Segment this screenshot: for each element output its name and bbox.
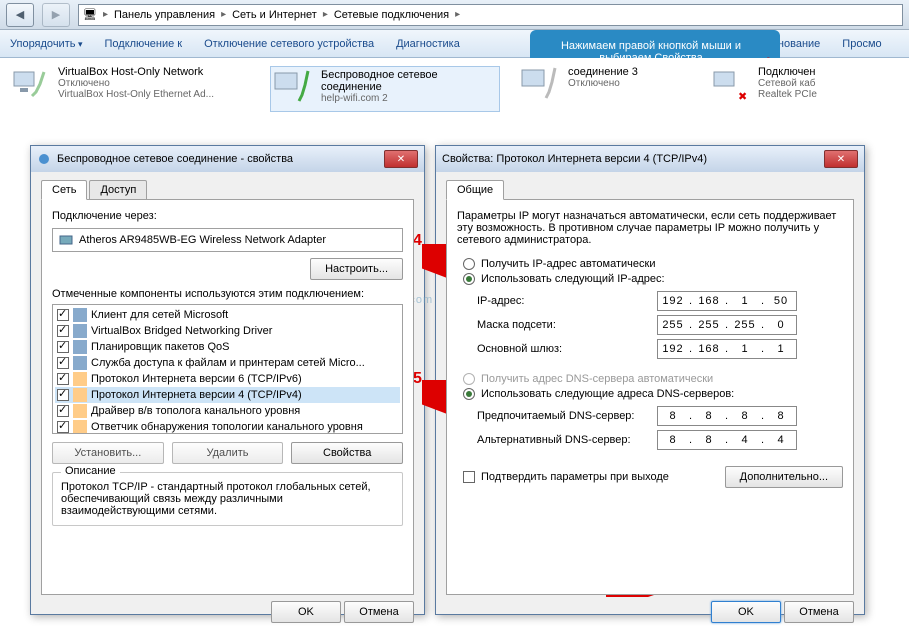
net-item-ethernet[interactable]: ✖ Подключен Сетевой каб Realtek PCIe — [710, 66, 840, 106]
connect-via-label: Подключение через: — [52, 210, 403, 222]
ok-button[interactable]: OK — [711, 601, 781, 623]
validate-checkbox-row[interactable]: Подтвердить параметры при выходе Дополни… — [463, 466, 843, 488]
dns1-field[interactable]: 8.8.8.8 — [657, 406, 797, 426]
control-panel-icon: 🖥 — [83, 8, 97, 21]
nav-back-button[interactable]: ◀ — [6, 3, 34, 27]
components-list[interactable]: Клиент для сетей Microsoft VirtualBox Br… — [52, 304, 403, 434]
radio-dns-manual[interactable]: Использовать следующие адреса DNS-сервер… — [463, 388, 843, 400]
ipv4-properties-dialog: Свойства: Протокол Интернета версии 4 (T… — [435, 145, 865, 615]
dns2-field[interactable]: 8.8.4.4 — [657, 430, 797, 450]
gateway-field[interactable]: 192.168.1.1 — [657, 339, 797, 359]
tab-access[interactable]: Доступ — [89, 180, 147, 200]
checkbox[interactable] — [57, 325, 69, 337]
description-title: Описание — [61, 465, 120, 477]
checkbox[interactable] — [57, 405, 69, 417]
ip-label: IP-адрес: — [477, 295, 657, 307]
list-item: Планировщик пакетов QoS — [55, 339, 400, 355]
checkbox[interactable] — [463, 471, 475, 483]
tb-connect[interactable]: Подключение к — [105, 38, 183, 50]
checkbox[interactable] — [57, 341, 69, 353]
tb-organize[interactable]: Упорядочить — [10, 38, 83, 50]
svg-text:✖: ✖ — [738, 91, 747, 103]
remove-button[interactable]: Удалить — [172, 442, 284, 464]
list-item: Клиент для сетей Microsoft — [55, 307, 400, 323]
cancel-button[interactable]: Отмена — [784, 601, 854, 623]
install-button[interactable]: Установить... — [52, 442, 164, 464]
radio-dns-auto: Получить адрес DNS-сервера автоматически — [463, 373, 843, 385]
dialog-titlebar[interactable]: Беспроводное сетевое соединение - свойст… — [31, 146, 424, 172]
wifi-icon — [273, 69, 313, 109]
tb-diagnose[interactable]: Диагностика — [396, 38, 460, 50]
tab-general[interactable]: Общие — [446, 180, 504, 200]
dialog-title: Беспроводное сетевое соединение - свойст… — [57, 153, 293, 165]
net-item-virtualbox[interactable]: VirtualBox Host-Only Network Отключено V… — [10, 66, 250, 106]
intro-text: Параметры IP могут назначаться автоматич… — [457, 210, 843, 246]
checkbox[interactable] — [57, 373, 69, 385]
list-item: Ответчик обнаружения топологии канальног… — [55, 419, 400, 434]
address-bar[interactable]: 🖥 ▸ Панель управления ▸ Сеть и Интернет … — [78, 4, 903, 26]
net-item-3[interactable]: соединение 3 Отключено — [520, 66, 690, 106]
close-button[interactable]: ✕ — [384, 150, 418, 168]
description-text: Протокол TCP/IP - стандартный протокол г… — [61, 481, 394, 517]
list-item: Служба доступа к файлам и принтерам сете… — [55, 355, 400, 371]
gateway-label: Основной шлюз: — [477, 343, 657, 355]
radio-ip-manual[interactable]: Использовать следующий IP-адрес: — [463, 273, 843, 285]
wifi-icon — [520, 66, 560, 106]
ip-address-field[interactable]: 192.168.1.50 — [657, 291, 797, 311]
adapter-field: Atheros AR9485WB-EG Wireless Network Ada… — [52, 228, 403, 252]
checkbox[interactable] — [57, 309, 69, 321]
network-icon — [10, 66, 50, 106]
tb-disable[interactable]: Отключение сетевого устройства — [204, 38, 374, 50]
network-connections-list: VirtualBox Host-Only Network Отключено V… — [0, 58, 909, 138]
checkbox[interactable] — [57, 421, 69, 433]
list-item: Драйвер в/в тополога канального уровня — [55, 403, 400, 419]
checkbox[interactable] — [57, 389, 69, 401]
properties-button[interactable]: Свойства — [291, 442, 403, 464]
breadcrumb-b[interactable]: Сеть и Интернет — [232, 9, 317, 21]
breadcrumb-c[interactable]: Сетевые подключения — [334, 9, 449, 21]
configure-button[interactable]: Настроить... — [310, 258, 403, 280]
network-icon: ✖ — [710, 66, 750, 106]
adapter-icon — [59, 233, 73, 247]
radio-ip-auto[interactable]: Получить IP-адрес автоматически — [463, 258, 843, 270]
wifi-icon — [37, 152, 51, 166]
mask-label: Маска подсети: — [477, 319, 657, 331]
advanced-button[interactable]: Дополнительно... — [725, 466, 843, 488]
components-label: Отмеченные компоненты используются этим … — [52, 288, 403, 300]
close-button[interactable]: ✕ — [824, 150, 858, 168]
list-item: Протокол Интернета версии 6 (TCP/IPv6) — [55, 371, 400, 387]
dialog-titlebar[interactable]: Свойства: Протокол Интернета версии 4 (T… — [436, 146, 864, 172]
dns2-label: Альтернативный DNS-сервер: — [477, 434, 657, 446]
tab-network[interactable]: Сеть — [41, 180, 87, 200]
nav-fwd-button[interactable]: ▶ — [42, 3, 70, 27]
list-item-tcpip4: Протокол Интернета версии 4 (TCP/IPv4) — [55, 387, 400, 403]
nav-bar: ◀ ▶ 🖥 ▸ Панель управления ▸ Сеть и Интер… — [0, 0, 909, 30]
net-item-wireless[interactable]: Беспроводное сетевое соединение help-wif… — [270, 66, 500, 112]
checkbox[interactable] — [57, 357, 69, 369]
ok-button[interactable]: OK — [271, 601, 341, 623]
tb-view[interactable]: Просмо — [842, 38, 881, 50]
subnet-mask-field[interactable]: 255.255.255.0 — [657, 315, 797, 335]
dialog-title: Свойства: Протокол Интернета версии 4 (T… — [442, 153, 707, 165]
breadcrumb-a[interactable]: Панель управления — [114, 9, 215, 21]
wireless-properties-dialog: Беспроводное сетевое соединение - свойст… — [30, 145, 425, 615]
cancel-button[interactable]: Отмена — [344, 601, 414, 623]
dns1-label: Предпочитаемый DNS-сервер: — [477, 410, 657, 422]
list-item: VirtualBox Bridged Networking Driver — [55, 323, 400, 339]
